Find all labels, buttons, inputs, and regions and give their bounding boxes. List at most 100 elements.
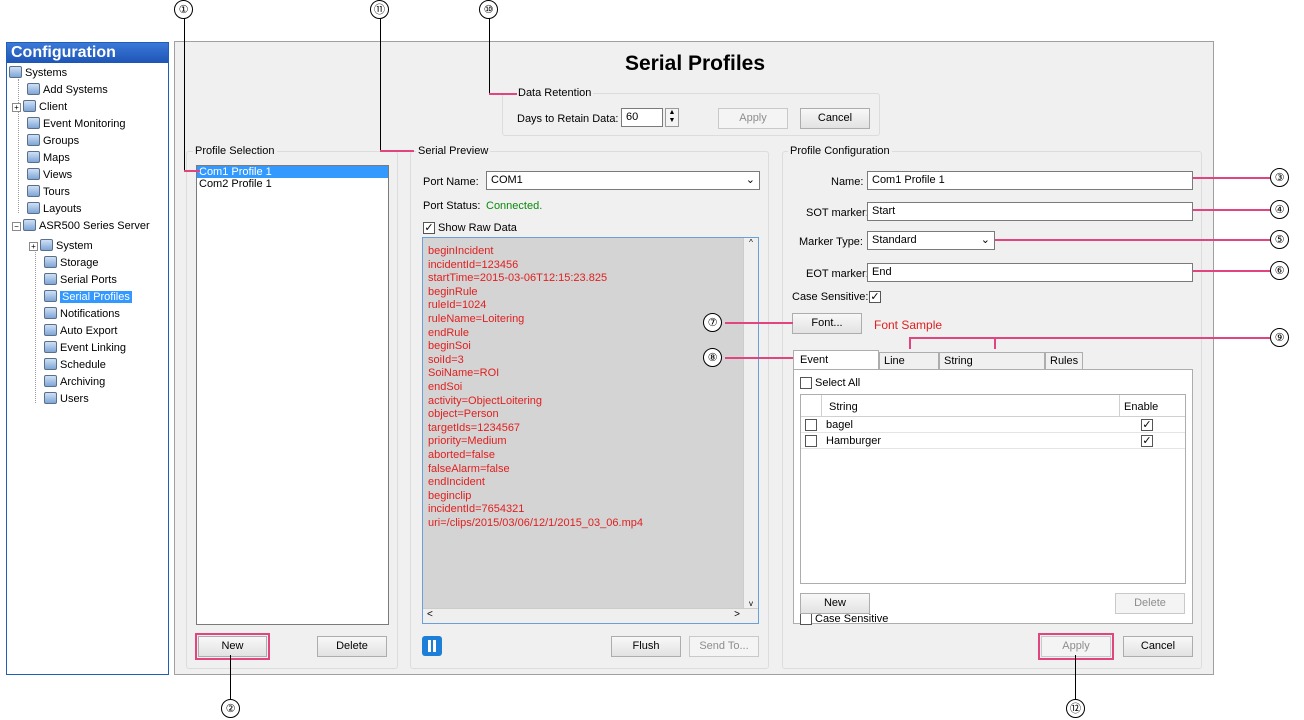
row-enable-checkbox[interactable]: ✓ [1141, 435, 1153, 447]
spin-down-icon[interactable]: ▼ [666, 117, 678, 125]
tree-item-layouts[interactable]: Layouts [27, 201, 82, 218]
scroll-up-icon[interactable]: ^ [744, 238, 758, 247]
table-header: String Enable [801, 395, 1185, 417]
tree-item-schedule[interactable]: Schedule [44, 357, 106, 374]
tree-item-archiving[interactable]: Archiving [44, 374, 105, 391]
spin-up-icon[interactable]: ▲ [666, 109, 678, 117]
raw-data-line: soiId=3 [428, 353, 464, 366]
tree-item-system[interactable]: + System [29, 238, 93, 255]
days-spinner[interactable]: ▲ ▼ [665, 108, 679, 127]
profile-new-button[interactable]: New [195, 633, 270, 660]
groups-icon [27, 134, 40, 146]
tab-rules[interactable]: Rules [1045, 352, 1083, 370]
serial-ports-icon [44, 273, 57, 285]
raw-data-line: ruleId=1024 [428, 299, 487, 312]
profile-item[interactable]: Com2 Profile 1 [197, 178, 388, 190]
raw-data-view[interactable]: beginIncident incidentId=123456 startTime=… [422, 237, 759, 624]
raw-data-line: incidentId=123456 [428, 258, 519, 271]
profile-list[interactable]: Com1 Profile 1 Com2 Profile 1 [196, 165, 389, 625]
tree-item-serial-ports[interactable]: Serial Ports [44, 272, 117, 289]
serial-preview-title: Serial Preview [416, 145, 491, 157]
config-apply-button[interactable]: Apply [1038, 633, 1114, 660]
eot-marker-input[interactable]: End [867, 263, 1193, 282]
font-sample: Font Sample [874, 318, 943, 332]
port-status-label: Port Status: [423, 200, 481, 212]
select-all-checkbox[interactable] [800, 377, 812, 389]
sot-marker-input[interactable]: Start [867, 202, 1193, 221]
tree-item-serial-profiles[interactable]: Serial Profiles [44, 289, 132, 306]
tree-header: Configuration [7, 43, 168, 63]
tab-line-masks[interactable]: Line Masks [879, 352, 939, 383]
callout-6: ⑥ [1270, 261, 1289, 280]
maps-icon [27, 151, 40, 163]
config-cancel-button[interactable]: Cancel [1123, 636, 1193, 657]
raw-data-line: beginclip [428, 489, 472, 502]
row-select-checkbox[interactable] [805, 435, 817, 447]
retention-cancel-button[interactable]: Cancel [800, 108, 870, 129]
keyword-new-button[interactable]: New [800, 593, 870, 614]
tree-item-asr500-server[interactable]: − ASR500 Series Server [12, 218, 150, 235]
scroll-left-icon[interactable]: < [427, 609, 433, 620]
tree-item-auto-export[interactable]: Auto Export [44, 323, 117, 340]
name-input[interactable]: Com1 Profile 1 [867, 171, 1193, 190]
raw-data-line: startTime=2015-03-06T12:15:23.825 [428, 272, 608, 285]
tree-item-maps[interactable]: Maps [27, 150, 70, 167]
tree-item-client[interactable]: + Client [12, 99, 67, 116]
callout-4: ④ [1270, 200, 1289, 219]
collapse-icon[interactable]: − [12, 222, 21, 231]
tours-icon [27, 185, 40, 197]
tree-item-event-monitoring[interactable]: Event Monitoring [27, 116, 126, 133]
table-row[interactable]: Hamburger ✓ [801, 434, 1185, 449]
raw-data-line: beginRule [428, 285, 478, 298]
tab-event-keywords[interactable]: Event Keywords [793, 350, 879, 384]
port-name-select[interactable]: COM1 ⌄ [486, 171, 760, 190]
archive-icon [44, 375, 57, 387]
pause-icon[interactable] [422, 636, 442, 656]
user-icon [44, 392, 57, 404]
tree-item-tours[interactable]: Tours [27, 184, 70, 201]
tab-string-replacements[interactable]: String Replacements [939, 352, 1045, 383]
profile-delete-button[interactable]: Delete [317, 636, 387, 657]
serial-profiles-panel: Serial Profiles Data Retention Days to R… [174, 41, 1214, 675]
tree-item-users[interactable]: Users [44, 391, 89, 408]
show-raw-data-checkbox[interactable]: ✓ [423, 222, 435, 234]
tree-item-event-linking[interactable]: Event Linking [44, 340, 126, 357]
tree-item-notifications[interactable]: Notifications [44, 306, 120, 323]
row-enable-checkbox[interactable]: ✓ [1141, 419, 1153, 431]
callout-7: ⑦ [703, 313, 722, 332]
tree-item-add-systems[interactable]: Add Systems [27, 82, 108, 99]
callout-3: ③ [1270, 168, 1289, 187]
expand-icon[interactable]: + [29, 242, 38, 251]
tree-item-systems[interactable]: Systems [9, 65, 67, 82]
tree-item-groups[interactable]: Groups [27, 133, 79, 150]
callout-2: ② [221, 699, 240, 718]
profile-item[interactable]: Com1 Profile 1 [197, 166, 388, 178]
horizontal-scrollbar[interactable]: < > [423, 608, 758, 623]
flush-button[interactable]: Flush [611, 636, 681, 657]
raw-data-line: endIncident [428, 476, 485, 489]
row-select-checkbox[interactable] [805, 419, 817, 431]
font-button[interactable]: Font... [792, 313, 862, 334]
table-row[interactable]: bagel ✓ [801, 418, 1185, 433]
client-icon [23, 100, 36, 112]
event-keywords-panel: Select All String Enable bagel ✓ Hamburg… [793, 369, 1193, 625]
keywords-table: String Enable bagel ✓ Hamburger ✓ [800, 394, 1186, 584]
tree-item-storage[interactable]: Storage [44, 255, 99, 272]
keyword-delete-button[interactable]: Delete [1115, 593, 1185, 614]
raw-data-line: falseAlarm=false [428, 462, 510, 475]
raw-data-line: incidentId=7654321 [428, 503, 525, 516]
send-to-button[interactable]: Send To... [689, 636, 759, 657]
callout-10: ⑩ [479, 0, 498, 19]
retention-apply-button[interactable]: Apply [718, 108, 788, 129]
scroll-down-icon[interactable]: v [744, 599, 758, 608]
raw-data-line: object=Person [428, 408, 499, 421]
case-sensitive-checkbox[interactable]: ✓ [869, 291, 881, 303]
marker-type-select[interactable]: Standard ⌄ [867, 231, 995, 250]
vertical-scrollbar[interactable]: ^ v [743, 238, 758, 608]
days-to-retain-input[interactable]: 60 [621, 108, 663, 127]
case-sensitive-tab-checkbox[interactable] [800, 613, 812, 625]
tree-item-views[interactable]: Views [27, 167, 72, 184]
col-enable-header: Enable [1124, 401, 1159, 413]
expand-icon[interactable]: + [12, 103, 21, 112]
scroll-right-icon[interactable]: > [734, 609, 740, 620]
